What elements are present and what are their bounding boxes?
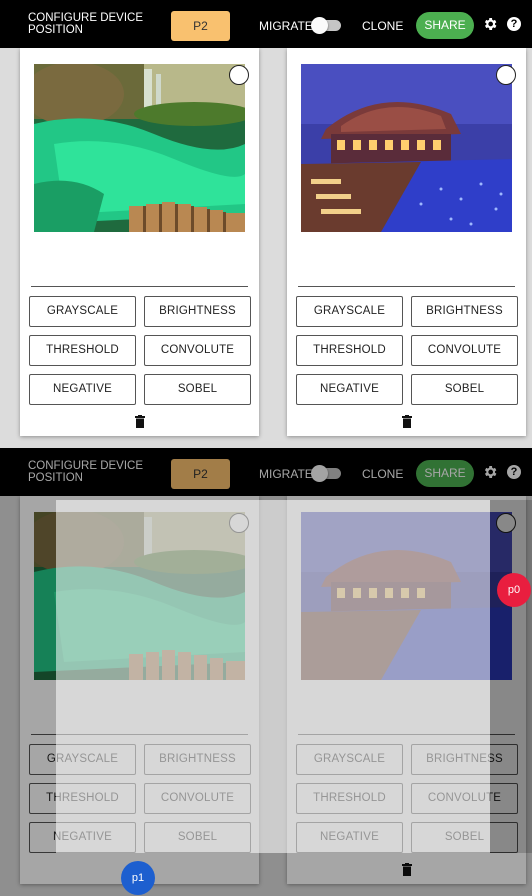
grayscale-button[interactable]: GRAYSCALE	[296, 296, 403, 327]
convolute-button[interactable]: CONVOLUTE	[144, 335, 251, 366]
grayscale-button[interactable]: GRAYSCALE	[29, 296, 136, 327]
image-card: GRAYSCALE BRIGHTNESS THRESHOLD CONVOLUTE…	[287, 48, 526, 436]
gear-icon[interactable]	[482, 16, 498, 32]
share-button[interactable]: SHARE	[416, 12, 474, 39]
trash-icon[interactable]	[401, 415, 412, 428]
device-icon[interactable]	[496, 65, 516, 85]
screen-bottom-overlay: CONFIGURE DEVICE POSITION P2 MIGRATE CLO…	[0, 448, 532, 896]
toolbar: CONFIGURE DEVICE POSITION P2 MIGRATE CLO…	[0, 0, 532, 48]
divider	[31, 286, 248, 287]
device-badge-p0[interactable]: p0	[497, 573, 531, 607]
device-icon[interactable]	[229, 65, 249, 85]
brightness-button[interactable]: BRIGHTNESS	[144, 296, 251, 327]
card-image-resort	[301, 64, 512, 232]
device-region-p0[interactable]	[262, 500, 490, 853]
threshold-button[interactable]: THRESHOLD	[296, 335, 403, 366]
sobel-button[interactable]: SOBEL	[411, 374, 518, 405]
threshold-button[interactable]: THRESHOLD	[29, 335, 136, 366]
device-button[interactable]: P2	[171, 11, 230, 41]
convolute-button[interactable]: CONVOLUTE	[411, 335, 518, 366]
divider	[298, 286, 515, 287]
trash-icon[interactable]	[134, 415, 145, 428]
screen-top: CONFIGURE DEVICE POSITION P2 MIGRATE CLO…	[0, 0, 532, 448]
image-card: GRAYSCALE BRIGHTNESS THRESHOLD CONVOLUTE…	[20, 48, 259, 436]
sobel-button[interactable]: SOBEL	[144, 374, 251, 405]
brightness-button[interactable]: BRIGHTNESS	[411, 296, 518, 327]
migrate-toggle[interactable]	[311, 17, 341, 34]
device-region-p0-edge	[490, 500, 532, 853]
negative-button[interactable]: NEGATIVE	[296, 374, 403, 405]
help-icon[interactable]: ?	[507, 17, 521, 31]
clone-button[interactable]: CLONE	[362, 19, 403, 33]
card-image-lagoon	[34, 64, 245, 232]
toolbar-title: CONFIGURE DEVICE POSITION	[28, 12, 144, 36]
device-region-p1[interactable]	[56, 500, 262, 853]
negative-button[interactable]: NEGATIVE	[29, 374, 136, 405]
device-badge-p1[interactable]: p1	[121, 861, 155, 895]
migrate-label: MIGRATE	[259, 19, 313, 33]
